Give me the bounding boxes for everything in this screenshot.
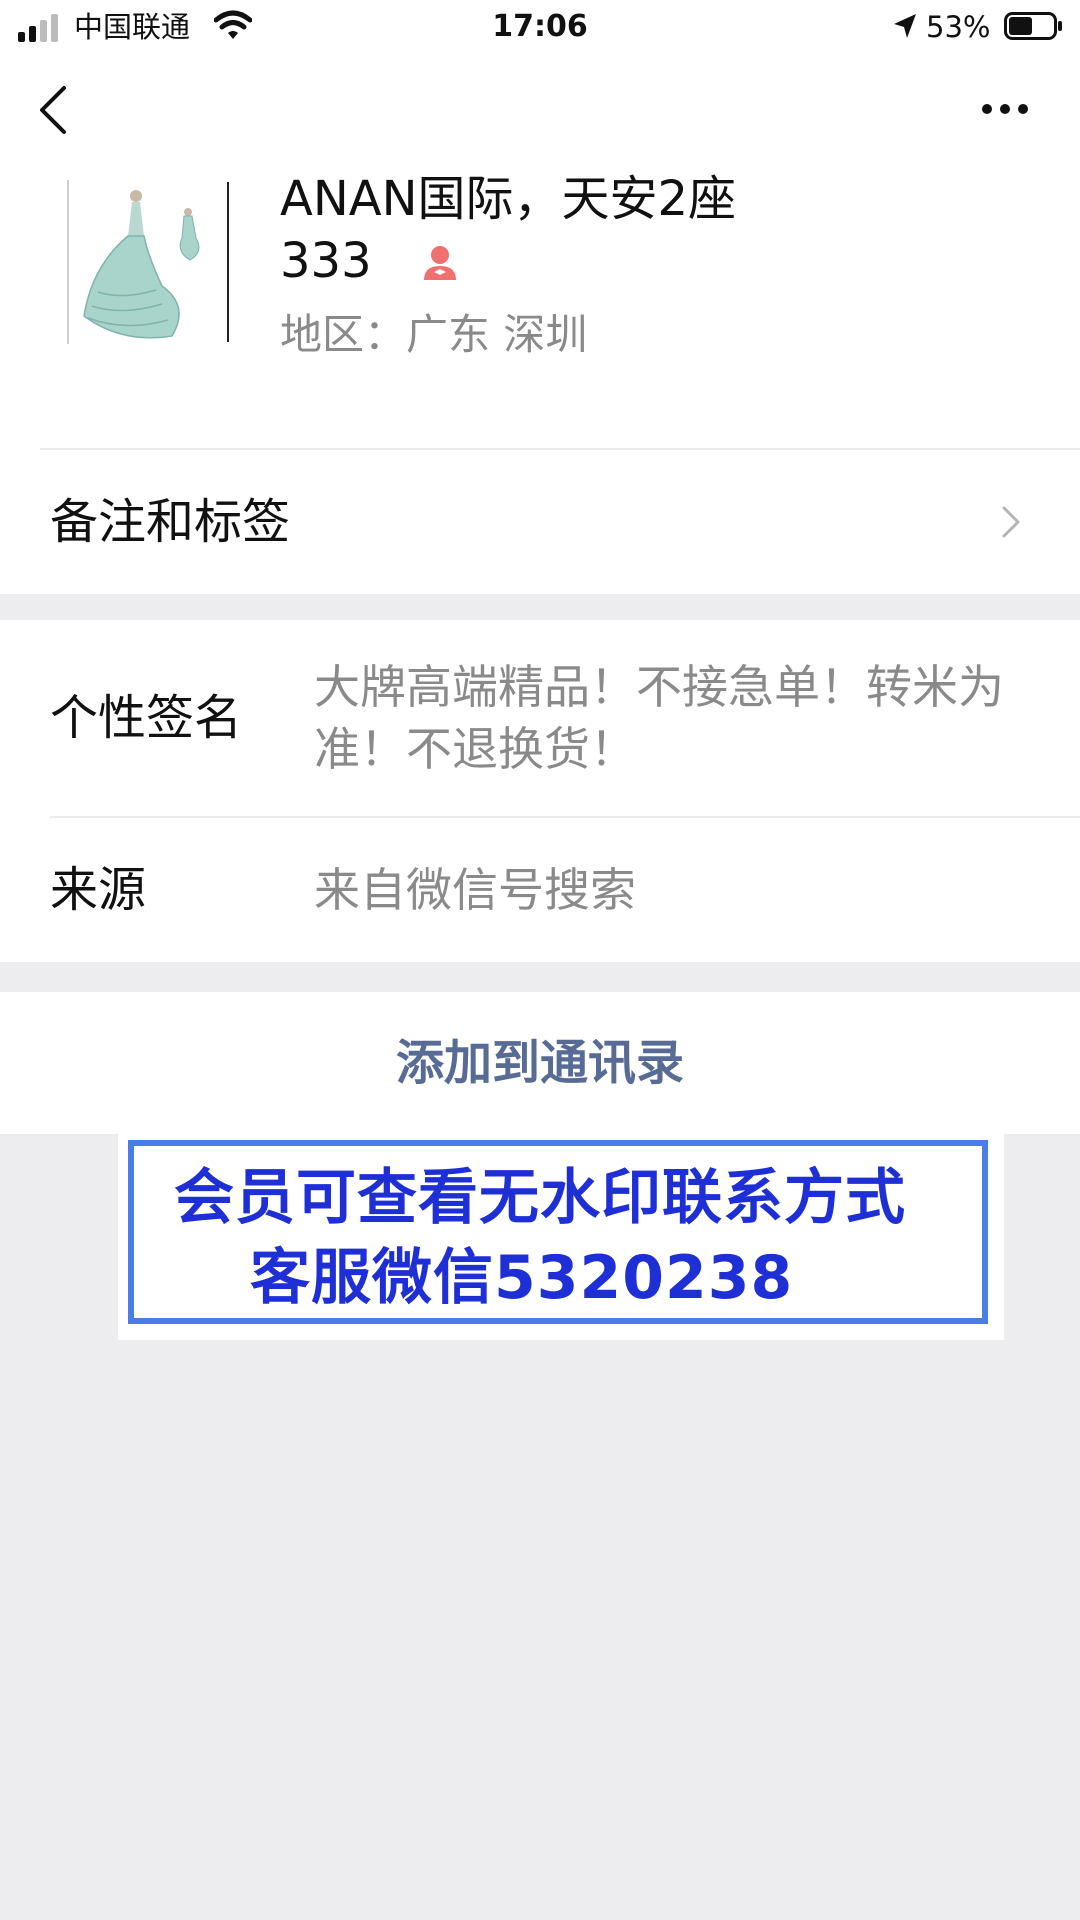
watermark-line-2: 客服微信5320238: [250, 1243, 794, 1313]
watermark-banner: 会员可查看无水印联系方式 客服微信5320238: [118, 1130, 1004, 1340]
divider: [50, 816, 1080, 818]
source-value: 来自微信号搜索: [314, 863, 636, 917]
profile-region: 地区：广东 深圳: [280, 310, 588, 359]
back-button[interactable]: [30, 82, 80, 138]
source-label: 来源: [50, 862, 147, 918]
watermark-border: 会员可查看无水印联系方式 客服微信5320238: [128, 1140, 988, 1324]
more-options-button[interactable]: [975, 94, 1035, 124]
remark-and-tags-row[interactable]: 备注和标签: [0, 450, 1080, 594]
watermark-line-1: 会员可查看无水印联系方式: [174, 1163, 906, 1233]
signature-value: 大牌高端精品！不接急单！转米为准！不退换货！: [314, 660, 1004, 776]
add-to-contacts-button[interactable]: 添加到通讯录: [0, 992, 1080, 1134]
battery-icon: [1004, 12, 1062, 40]
remark-and-tags-label: 备注和标签: [50, 494, 291, 550]
action-card: 添加到通讯录: [0, 992, 1080, 1134]
status-time: 17:06: [492, 9, 588, 44]
battery-percentage: 53%: [926, 10, 991, 44]
location-arrow-icon: [894, 14, 916, 38]
info-card: 个性签名 大牌高端精品！不接急单！转米为准！不退换货！ 来源 来自微信号搜索: [0, 620, 1080, 962]
profile-card: ANAN国际，天安2座 333 地区：广东 深圳 备注和标签: [0, 54, 1080, 594]
status-bar: 中国联通 17:06 53%: [0, 0, 1080, 54]
chevron-right-icon: [1002, 506, 1020, 538]
signature-label: 个性签名: [50, 690, 243, 746]
profile-name-continued: 333: [280, 233, 372, 289]
profile-name: ANAN国际，天安2座: [280, 171, 737, 227]
avatar[interactable]: [62, 176, 232, 348]
female-icon: [424, 246, 456, 280]
